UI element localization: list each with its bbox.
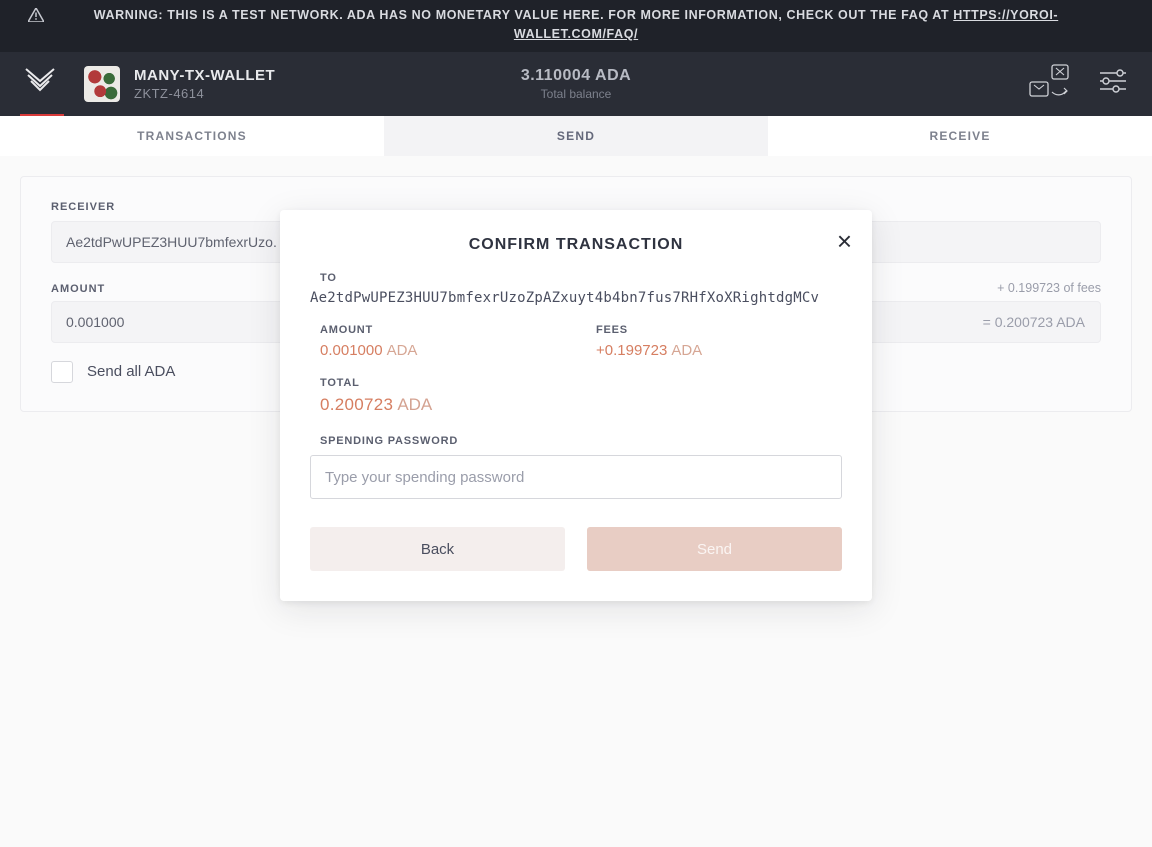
modal-fees-value: +0.199723ADA (596, 342, 832, 359)
modal-fees-label: FEES (596, 324, 832, 336)
modal-total-label: TOTAL (320, 377, 832, 389)
modal-to-address: Ae2tdPwUPEZ3HUU7bmfexrUzoZpAZxuyt4b4bn7f… (310, 290, 842, 306)
spending-password-label: SPENDING PASSWORD (310, 435, 842, 447)
close-icon[interactable]: × (837, 228, 852, 254)
modal-total-value: 0.200723ADA (320, 395, 832, 415)
modal-to-label: TO (320, 272, 832, 284)
send-button[interactable]: Send (587, 527, 842, 571)
modal-title: CONFIRM TRANSACTION (310, 236, 842, 254)
spending-password-input[interactable] (310, 455, 842, 499)
confirm-transaction-modal: CONFIRM TRANSACTION × TO Ae2tdPwUPEZ3HUU… (280, 210, 872, 601)
back-button[interactable]: Back (310, 527, 565, 571)
modal-amount-value: 0.001000ADA (320, 342, 556, 359)
modal-overlay: CONFIRM TRANSACTION × TO Ae2tdPwUPEZ3HUU… (0, 0, 1152, 847)
modal-amount-label: AMOUNT (320, 324, 556, 336)
